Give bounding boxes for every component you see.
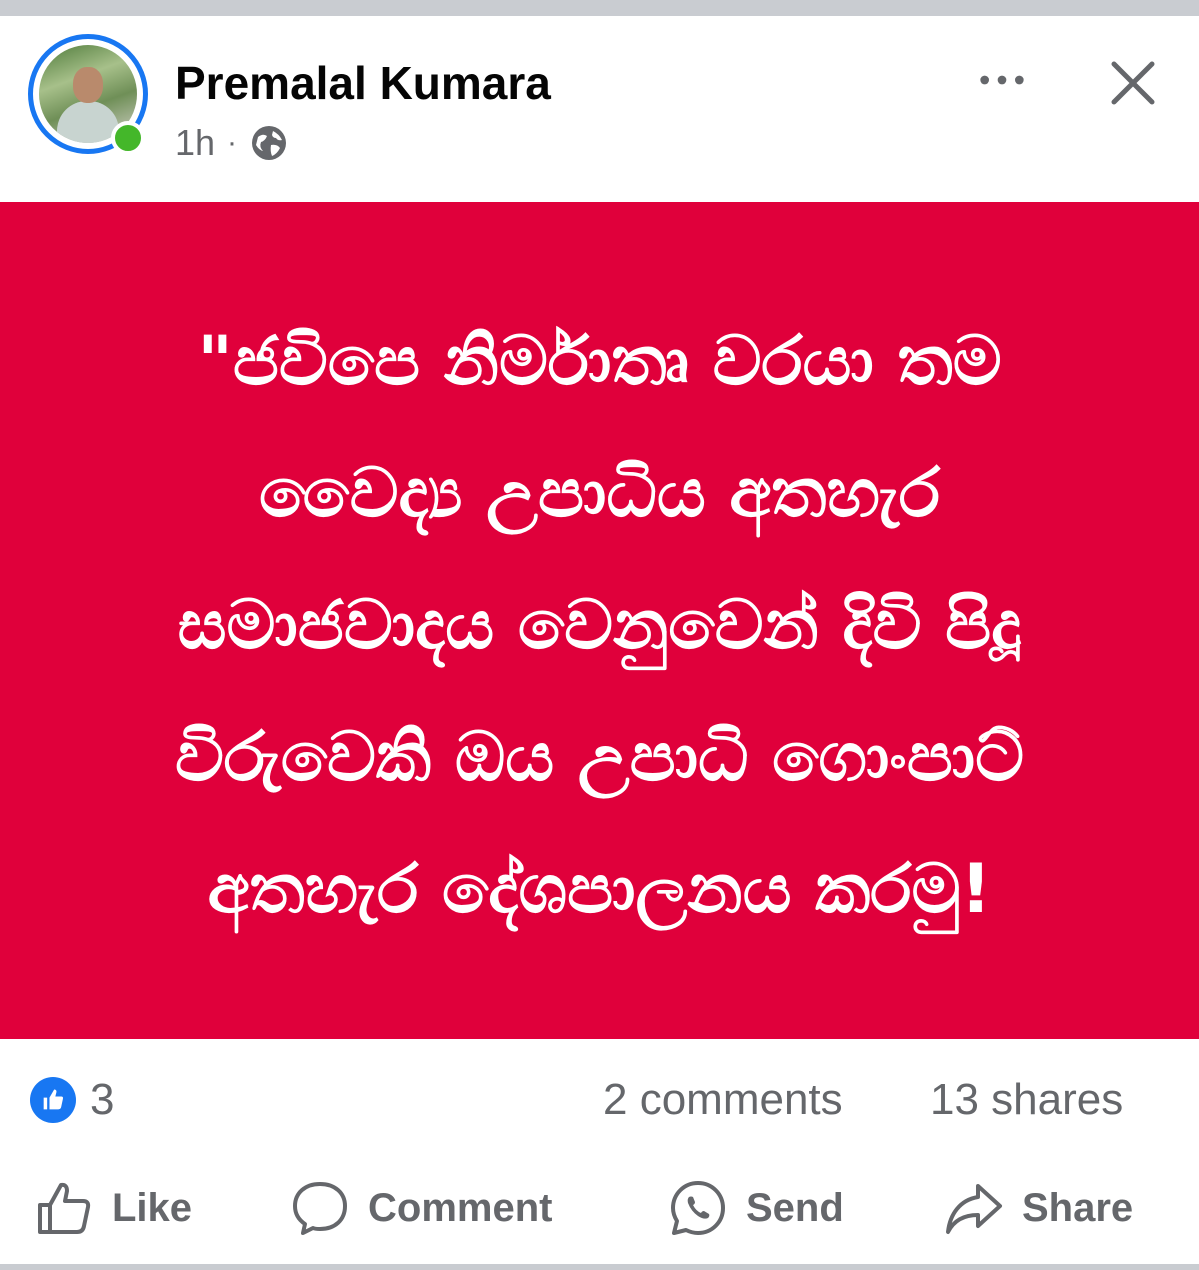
whatsapp-icon xyxy=(671,1181,725,1235)
send-button[interactable]: Send xyxy=(668,1175,844,1241)
post-text-line: විරුවෙකි ඔය උපාධි ගොංපාට් xyxy=(174,717,1024,797)
post-text: "ජවිපෙ නිර්මාතෘ වරයා තම වෛද්‍ය උපාධිය අත… xyxy=(100,286,1100,956)
like-button[interactable]: Like xyxy=(34,1175,192,1241)
more-horizontal-icon xyxy=(980,75,1024,85)
comment-button[interactable]: Comment xyxy=(290,1175,552,1241)
post-text-line: "ජවිපෙ නිර්මාතෘ වරයා තම xyxy=(197,321,1002,401)
post-meta: 1h · xyxy=(175,122,289,164)
meta-separator: · xyxy=(227,126,238,159)
top-divider xyxy=(0,0,1199,16)
comments-count[interactable]: 2 comments xyxy=(603,1075,843,1125)
bottom-divider xyxy=(0,1264,1199,1270)
post-text-line: අතහැර දේශපාලනය කරමු! xyxy=(207,849,992,929)
comment-label: Comment xyxy=(368,1185,553,1230)
author-name[interactable]: Premalal Kumara xyxy=(175,56,551,110)
reactions-count[interactable]: 3 xyxy=(90,1075,114,1125)
share-button[interactable]: Share xyxy=(944,1175,1133,1241)
online-status-indicator xyxy=(111,121,145,155)
comment-icon xyxy=(293,1182,347,1235)
post-text-line: සමාජවාදය වෙනුවෙන් දිවි පිදූ xyxy=(177,585,1022,665)
thumbs-up-icon xyxy=(38,1182,91,1234)
share-label: Share xyxy=(1022,1185,1134,1230)
send-label: Send xyxy=(746,1185,844,1230)
shares-count[interactable]: 13 shares xyxy=(930,1075,1123,1125)
close-button[interactable] xyxy=(1102,52,1164,114)
more-options-button[interactable] xyxy=(972,60,1032,100)
close-icon xyxy=(1111,61,1155,105)
share-icon xyxy=(946,1184,1002,1234)
like-label: Like xyxy=(112,1185,193,1230)
post-time[interactable]: 1h xyxy=(175,122,215,164)
like-reaction-icon[interactable] xyxy=(30,1077,76,1123)
post-background: "ජවිපෙ නිර්මාතෘ වරයා තම වෛද්‍ය උපාධිය අත… xyxy=(0,202,1199,1039)
post-text-line: වෛද්‍ය උපාධිය අතහැර xyxy=(258,453,941,533)
globe-icon xyxy=(249,123,289,163)
